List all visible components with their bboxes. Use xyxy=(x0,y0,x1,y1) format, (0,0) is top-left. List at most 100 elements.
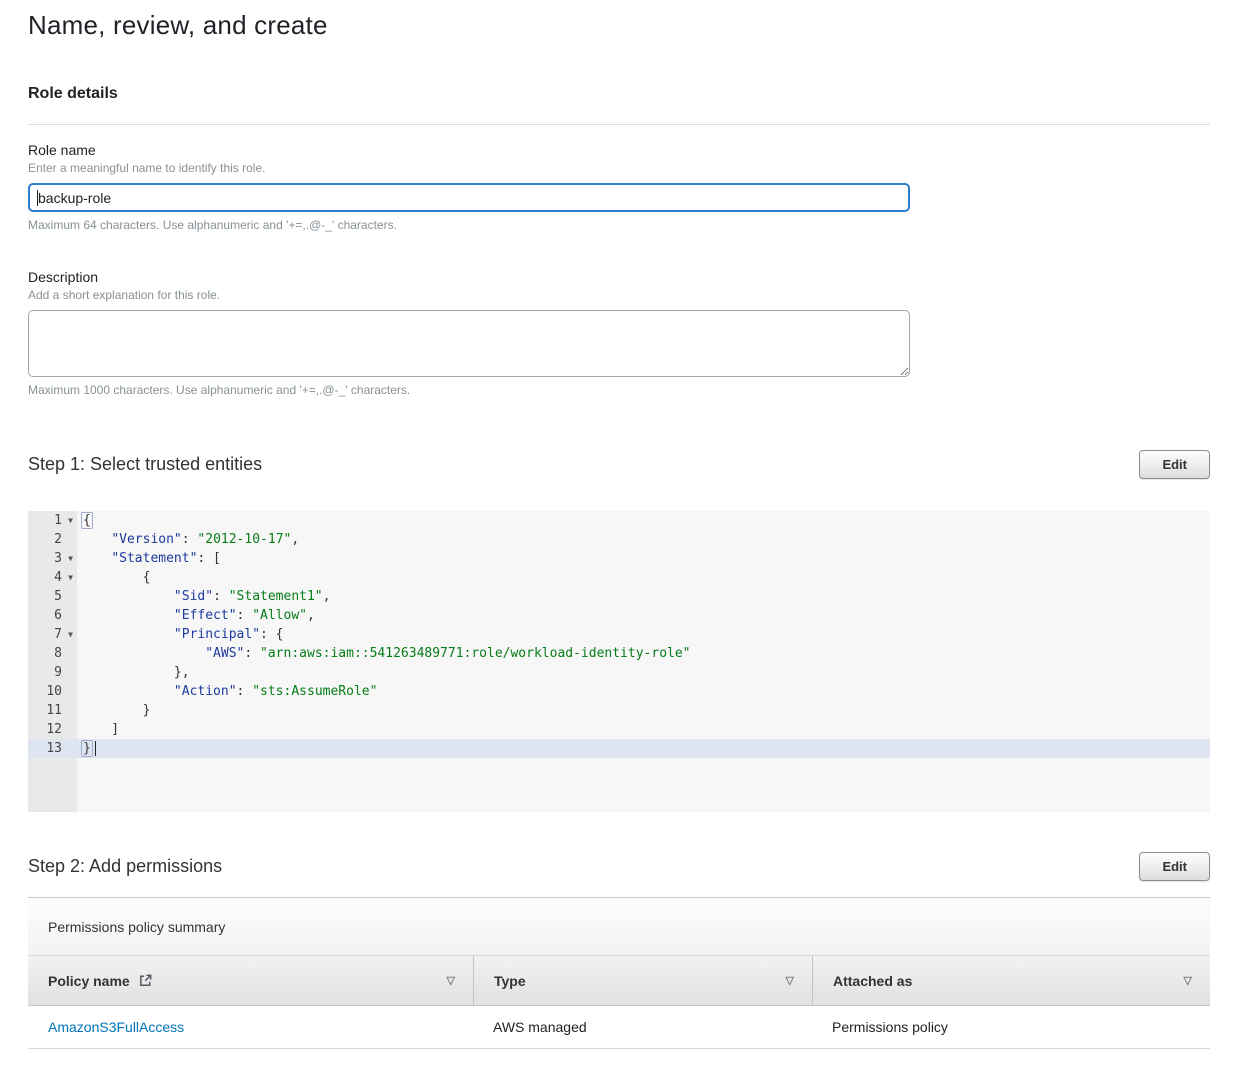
code-token xyxy=(80,684,174,699)
step1-edit-button[interactable]: Edit xyxy=(1139,450,1210,479)
gutter-line: 10 xyxy=(28,682,77,701)
panel-title: Permissions policy summary xyxy=(28,898,1210,956)
code-token: : xyxy=(237,608,253,623)
description-helper: Maximum 1000 characters. Use alphanumeri… xyxy=(28,383,1210,397)
code-token: ] xyxy=(80,722,119,737)
gutter-line: 8 xyxy=(28,644,77,663)
role-name-helper: Maximum 64 characters. Use alphanumeric … xyxy=(28,218,1210,232)
gutter-line: 7▼ xyxy=(28,625,77,644)
gutter-line: 4▼ xyxy=(28,568,77,587)
code-line: { xyxy=(77,568,1210,587)
code-token: "sts:AssumeRole" xyxy=(252,684,377,699)
code-line: "Sid": "Statement1", xyxy=(77,587,1210,606)
external-link-icon xyxy=(138,973,153,988)
code-token xyxy=(80,627,174,642)
table-row: AmazonS3FullAccess AWS managed Permissio… xyxy=(28,1006,1210,1049)
code-token: "AWS" xyxy=(205,646,244,661)
code-token xyxy=(80,532,111,547)
description-label: Description xyxy=(28,269,1210,285)
gutter-line: 5 xyxy=(28,587,77,606)
code-token: , xyxy=(291,532,299,547)
code-token: "Action" xyxy=(174,684,237,699)
fold-toggle-icon[interactable]: ▼ xyxy=(64,625,77,644)
description-field: Description Add a short explanation for … xyxy=(28,269,1210,397)
code-token xyxy=(80,608,174,623)
column-label: Type xyxy=(494,973,526,989)
gutter-line: 2 xyxy=(28,530,77,549)
code-token: "Statement" xyxy=(111,551,197,566)
description-textarea[interactable] xyxy=(28,310,910,377)
policy-document-editor[interactable]: 1▼23▼4▼567▼8910111213 { "Version": "2012… xyxy=(28,511,1210,812)
line-number: 6 xyxy=(28,606,64,625)
column-header-type[interactable]: Type ▽ xyxy=(473,956,812,1005)
code-token xyxy=(80,589,174,604)
fold-toggle-icon[interactable]: ▼ xyxy=(64,568,77,587)
line-number: 12 xyxy=(28,720,64,739)
line-number: 9 xyxy=(28,663,64,682)
line-number: 10 xyxy=(28,682,64,701)
role-details-heading: Role details xyxy=(28,85,1210,103)
code-token: { xyxy=(81,512,93,529)
code-line: "Effect": "Allow", xyxy=(77,606,1210,625)
code-token: "arn:aws:iam::541263489771:role/workload… xyxy=(260,646,690,661)
sort-icon[interactable]: ▽ xyxy=(447,974,455,987)
gutter-line: 9 xyxy=(28,663,77,682)
fold-toggle-icon[interactable]: ▼ xyxy=(64,549,77,568)
line-number: 4 xyxy=(28,568,64,587)
code-token: "Statement1" xyxy=(229,589,323,604)
code-line: "Principal": { xyxy=(77,625,1210,644)
sort-icon[interactable]: ▽ xyxy=(1184,974,1192,987)
policy-name-link[interactable]: AmazonS3FullAccess xyxy=(48,1019,184,1035)
column-label: Attached as xyxy=(833,973,912,989)
policy-type-cell: AWS managed xyxy=(473,1006,812,1048)
section-divider xyxy=(28,124,1210,125)
name-review-create-page: Name, review, and create Role details Ro… xyxy=(0,0,1242,1089)
code-token xyxy=(80,646,205,661)
code-token: "Principal" xyxy=(174,627,260,642)
code-token: : { xyxy=(260,627,283,642)
code-token: : xyxy=(244,646,260,661)
code-token: , xyxy=(323,589,331,604)
line-number: 2 xyxy=(28,530,64,549)
code-line: }, xyxy=(77,663,1210,682)
step2-heading: Step 2: Add permissions xyxy=(28,856,222,877)
text-cursor xyxy=(37,190,38,206)
role-name-input[interactable] xyxy=(28,183,910,212)
code-token: "Sid" xyxy=(174,589,213,604)
gutter-line: 12 xyxy=(28,720,77,739)
description-hint: Add a short explanation for this role. xyxy=(28,288,1210,302)
line-number: 1 xyxy=(28,511,64,530)
step1-heading: Step 1: Select trusted entities xyxy=(28,454,262,475)
gutter-line: 13 xyxy=(28,739,77,758)
code-line: } xyxy=(77,739,1210,758)
sort-icon[interactable]: ▽ xyxy=(786,974,794,987)
page-title: Name, review, and create xyxy=(28,10,1210,41)
line-number: 8 xyxy=(28,644,64,663)
code-token: "Effect" xyxy=(174,608,237,623)
code-token: : xyxy=(213,589,229,604)
code-token: { xyxy=(80,570,150,585)
code-token xyxy=(80,551,111,566)
code-line: ] xyxy=(77,720,1210,739)
code-line: } xyxy=(77,701,1210,720)
code-line: "Statement": [ xyxy=(77,549,1210,568)
editor-code-area[interactable]: { "Version": "2012-10-17", "Statement": … xyxy=(77,511,1210,812)
code-line: "Version": "2012-10-17", xyxy=(77,530,1210,549)
code-token: : xyxy=(182,532,198,547)
column-header-attached-as[interactable]: Attached as ▽ xyxy=(812,956,1210,1005)
code-token: : xyxy=(237,684,253,699)
code-token: } xyxy=(80,703,150,718)
code-token: } xyxy=(81,740,93,757)
gutter-line: 3▼ xyxy=(28,549,77,568)
code-token: "Version" xyxy=(111,532,181,547)
code-token: , xyxy=(307,608,315,623)
permissions-policy-panel: Permissions policy summary Policy name ▽ xyxy=(28,897,1210,1049)
step2-edit-button[interactable]: Edit xyxy=(1139,852,1210,881)
code-token: }, xyxy=(80,665,190,680)
line-number: 11 xyxy=(28,701,64,720)
fold-toggle-icon[interactable]: ▼ xyxy=(64,511,77,530)
editor-gutter: 1▼23▼4▼567▼8910111213 xyxy=(28,511,77,812)
code-line: "Action": "sts:AssumeRole" xyxy=(77,682,1210,701)
column-header-policy-name[interactable]: Policy name ▽ xyxy=(28,956,473,1005)
code-line: "AWS": "arn:aws:iam::541263489771:role/w… xyxy=(77,644,1210,663)
